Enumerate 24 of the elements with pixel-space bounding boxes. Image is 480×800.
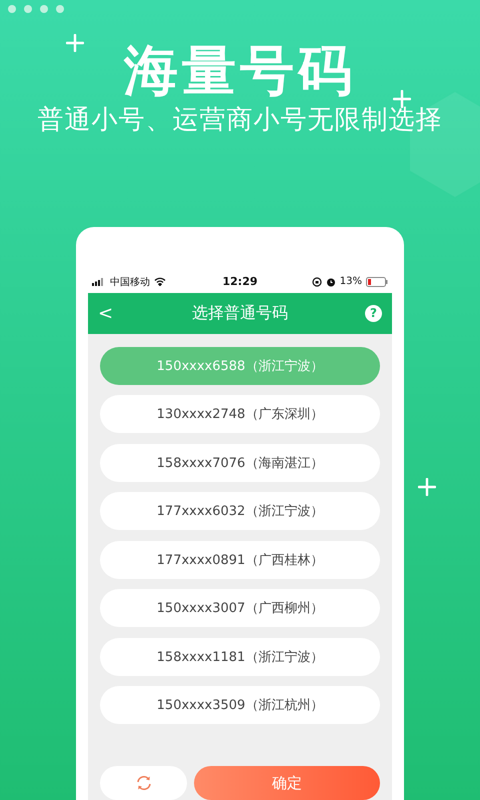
alarm-icon <box>326 276 336 287</box>
phone-number-option[interactable]: 177xxxx6032（浙江宁波） <box>100 492 380 530</box>
page-dots-icon <box>8 5 64 13</box>
wifi-icon <box>154 277 166 286</box>
lock-rotation-icon <box>312 276 322 287</box>
battery-icon <box>366 276 388 287</box>
sparkle-icon <box>393 90 411 108</box>
phone-number-option[interactable]: 158xxxx1181（浙江宁波） <box>100 638 380 676</box>
signal-icon <box>92 278 106 286</box>
screen-title: 选择普通号码 <box>191 302 289 324</box>
status-time: 12:29 <box>222 275 258 288</box>
phone-number-option[interactable]: 150xxxx3007（广西柳州） <box>100 589 380 627</box>
phone-number-option[interactable]: 130xxxx2748（广东深圳） <box>100 395 380 433</box>
battery-percent: 13% <box>340 276 362 288</box>
phone-number-option[interactable]: 177xxxx0891（广西桂林） <box>100 540 380 578</box>
carrier-name: 中国移动 <box>110 276 150 289</box>
subtitle: 普通小号、运营商小号无限制选择 <box>38 104 442 137</box>
headline: 海量号码 <box>124 41 356 101</box>
phone-number-option[interactable]: 158xxxx7076（海南湛江） <box>100 444 380 482</box>
refresh-icon <box>134 774 152 792</box>
sparkle-icon <box>66 34 84 52</box>
refresh-button[interactable] <box>100 766 187 800</box>
sparkle-icon <box>418 478 436 496</box>
phone-number-option[interactable]: 150xxxx3509（浙江杭州） <box>100 686 380 724</box>
